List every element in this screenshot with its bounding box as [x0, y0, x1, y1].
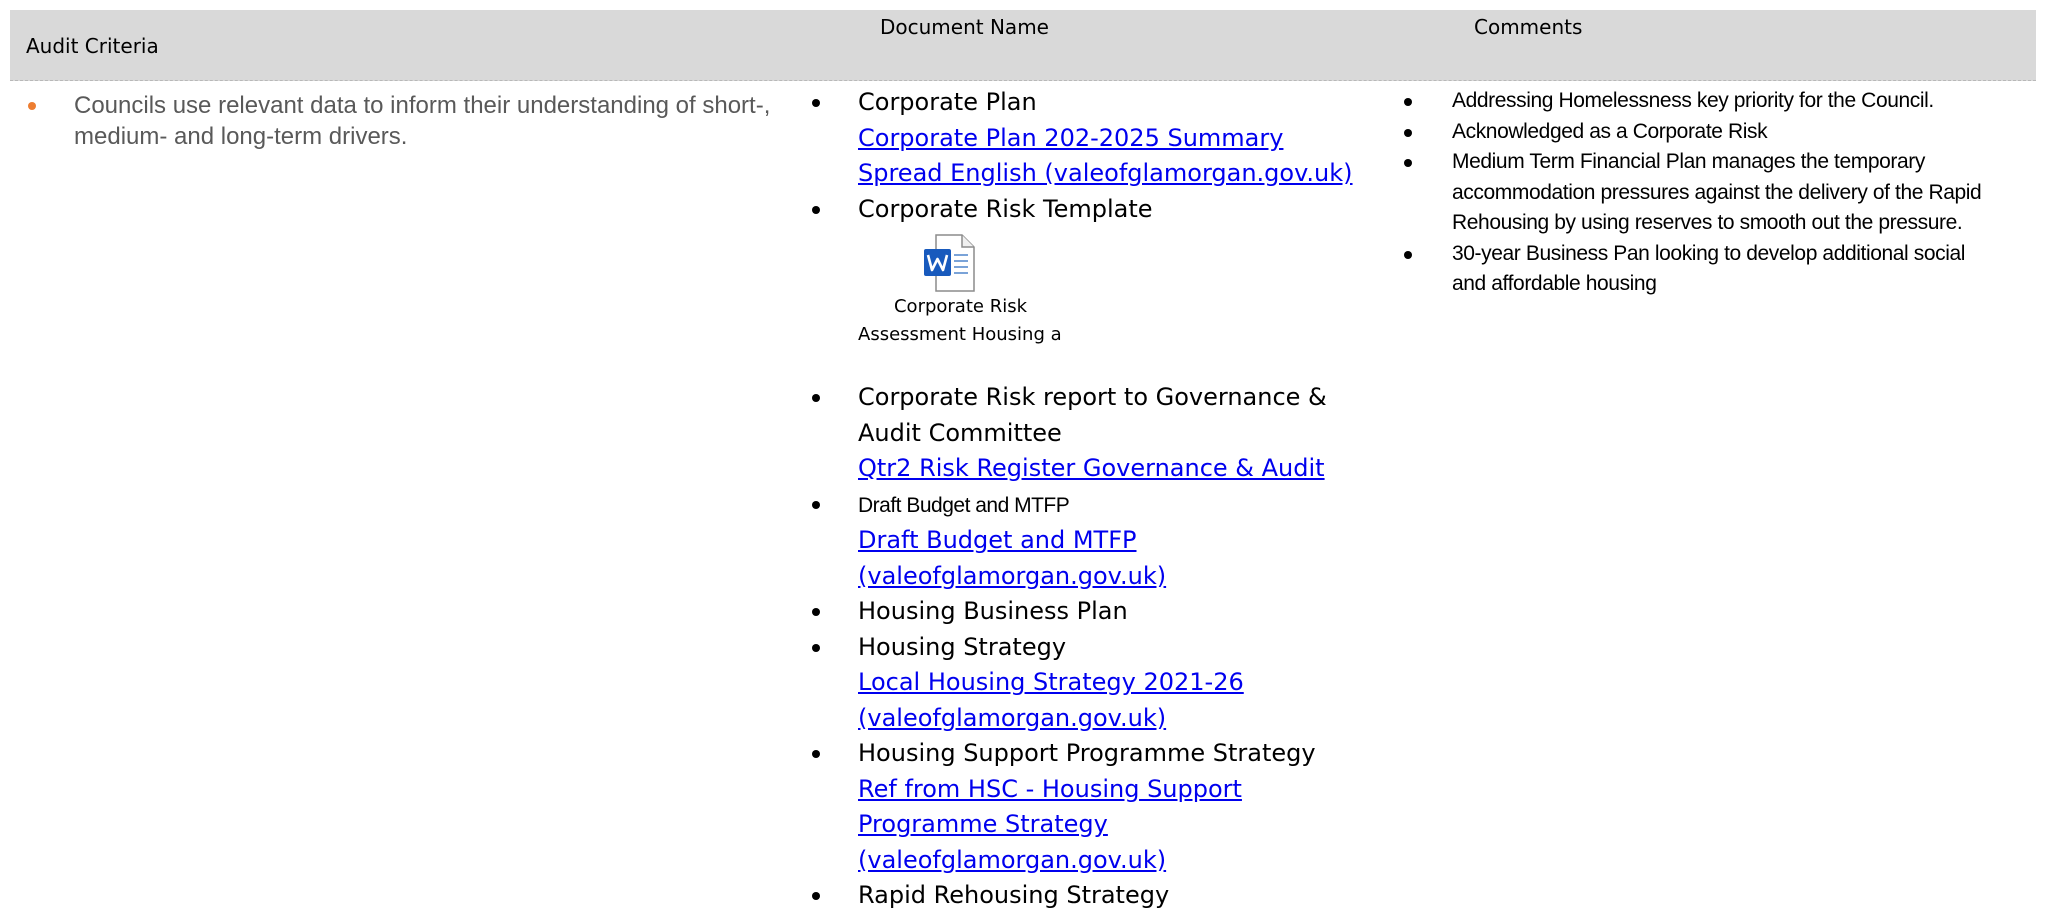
list-item: Addressing Homelessness key priority for…: [1404, 86, 1994, 117]
bullet-icon: [812, 394, 820, 402]
bullet-icon: [1404, 250, 1412, 259]
list-item: Corporate Risk report to Governance & Au…: [812, 380, 1372, 487]
bullet-icon: [812, 892, 820, 900]
document-label: Corporate Plan: [858, 88, 1037, 116]
criteria-text: Councils use relevant data to inform the…: [74, 92, 771, 150]
bullet-icon: [812, 205, 820, 214]
document-link[interactable]: Ref from HSC - Housing Support Programme…: [858, 772, 1372, 879]
list-item: Housing Business Plan: [812, 594, 1372, 630]
bullet-icon: [812, 99, 820, 107]
comment-text: 30-year Business Pan looking to develop …: [1452, 241, 1966, 296]
comment-text: Acknowledged as a Corporate Risk: [1452, 119, 1768, 143]
list-item: Medium Term Financial Plan manages the t…: [1404, 147, 1994, 239]
bullet-icon: [812, 500, 820, 509]
comment-text: Medium Term Financial Plan manages the t…: [1452, 150, 1982, 234]
document-label: Housing Strategy: [858, 632, 1067, 661]
document-label: Corporate Risk Template: [858, 194, 1153, 223]
document-label: Draft Budget and MTFP: [858, 493, 1070, 517]
bullet-icon: [812, 643, 820, 652]
comment-text: Addressing Homelessness key priority for…: [1452, 89, 1934, 112]
attachment-caption: Corporate Risk Assessment Housing and: [858, 296, 1063, 345]
list-item: Councils use relevant data to inform the…: [28, 90, 798, 152]
list-item: Corporate Risk Template Corporate Risk A…: [812, 192, 1372, 381]
column-header-comments: Comments: [1474, 15, 1583, 39]
document-link[interactable]: Corporate Plan 202-2025 Summary Spread E…: [858, 121, 1372, 192]
list-item: Acknowledged as a Corporate Risk: [1404, 117, 1994, 148]
list-item: Housing Strategy Local Housing Strategy …: [812, 630, 1372, 737]
list-item: Rapid Rehousing Strategy: [812, 878, 1372, 914]
document-label: Corporate Risk report to Governance & Au…: [858, 383, 1327, 447]
column-header-audit-criteria: Audit Criteria: [26, 34, 159, 58]
bullet-icon: [1404, 98, 1412, 106]
document-link[interactable]: Qtr2 Risk Register Governance & Audit: [858, 451, 1372, 487]
bullet-icon: [1404, 128, 1412, 137]
comments-list: Addressing Homelessness key priority for…: [1404, 86, 1994, 300]
document-link[interactable]: Draft Budget and MTFP (valeofglamorgan.g…: [858, 523, 1372, 594]
document-link[interactable]: Local Housing Strategy 2021-26 (valeofgl…: [858, 665, 1372, 736]
document-label: Housing Business Plan: [858, 597, 1128, 625]
embedded-attachment[interactable]: Corporate Risk Assessment Housing and: [858, 227, 1372, 380]
list-item: Draft Budget and MTFP Draft Budget and M…: [812, 487, 1372, 595]
list-item: 30-year Business Pan looking to develop …: [1404, 239, 1994, 300]
bullet-icon: [28, 102, 36, 110]
document-label: Rapid Rehousing Strategy: [858, 881, 1170, 909]
list-item: Corporate Plan Corporate Plan 202-2025 S…: [812, 85, 1372, 192]
bullet-icon: [812, 608, 820, 616]
column-header-document-name: Document Name: [880, 15, 1049, 39]
document-list: Corporate Plan Corporate Plan 202-2025 S…: [812, 85, 1372, 914]
bullet-icon: [1404, 159, 1412, 167]
word-document-icon[interactable]: [924, 233, 976, 293]
bullet-icon: [812, 750, 820, 758]
table-header: Audit Criteria Document Name Comments: [10, 10, 2036, 81]
audit-criteria-list: Councils use relevant data to inform the…: [28, 90, 798, 152]
list-item: Housing Support Programme Strategy Ref f…: [812, 736, 1372, 878]
document-label: Housing Support Programme Strategy: [858, 739, 1316, 767]
